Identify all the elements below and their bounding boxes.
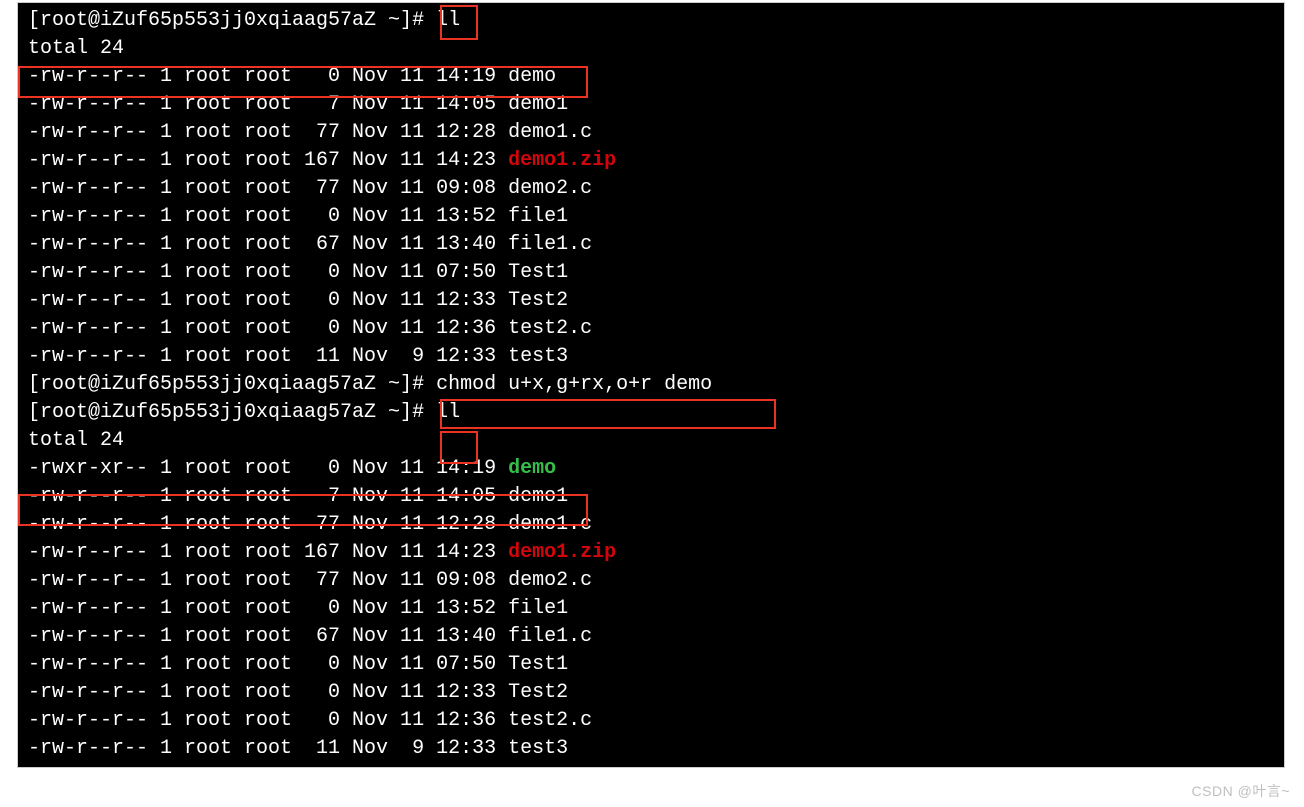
csdn-watermark: CSDN @叶言~	[1192, 781, 1290, 801]
prompt-line-2: [root@iZuf65p553jj0xqiaag57aZ ~]# chmod …	[28, 371, 1274, 399]
file-row: -rwxr-xr-- 1 root root 0 Nov 11 14:19 de…	[28, 455, 1274, 483]
command-chmod: chmod u+x,g+rx,o+r demo	[436, 373, 712, 396]
shell-prompt: [root@iZuf65p553jj0xqiaag57aZ ~]#	[28, 401, 436, 424]
file-name: demo1.c	[508, 121, 592, 144]
file-row: -rw-r--r-- 1 root root 77 Nov 11 12:28 d…	[28, 511, 1274, 539]
file-name: file1.c	[508, 625, 592, 648]
file-name: demo1.zip	[508, 149, 616, 172]
file-row-meta: -rw-r--r-- 1 root root 11 Nov 9 12:33	[28, 345, 508, 368]
file-row: -rw-r--r-- 1 root root 0 Nov 11 13:52 fi…	[28, 203, 1274, 231]
command-ll-2: ll	[436, 401, 460, 424]
file-row-meta: -rw-r--r-- 1 root root 67 Nov 11 13:40	[28, 625, 508, 648]
file-row-meta: -rw-r--r-- 1 root root 0 Nov 11 12:36	[28, 709, 508, 732]
file-row: -rw-r--r-- 1 root root 0 Nov 11 07:50 Te…	[28, 259, 1274, 287]
file-row-meta: -rw-r--r-- 1 root root 7 Nov 11 14:05	[28, 93, 508, 116]
file-row: -rw-r--r-- 1 root root 0 Nov 11 14:19 de…	[28, 63, 1274, 91]
file-name: file1	[508, 597, 568, 620]
file-row-meta: -rw-r--r-- 1 root root 67 Nov 11 13:40	[28, 233, 508, 256]
file-name: test3	[508, 345, 568, 368]
total-line-2: total 24	[28, 427, 1274, 455]
terminal-window[interactable]: [root@iZuf65p553jj0xqiaag57aZ ~]# ll tot…	[17, 2, 1285, 768]
prompt-line-1: [root@iZuf65p553jj0xqiaag57aZ ~]# ll	[28, 7, 1274, 35]
file-row: -rw-r--r-- 1 root root 77 Nov 11 09:08 d…	[28, 175, 1274, 203]
file-row: -rw-r--r-- 1 root root 0 Nov 11 12:36 te…	[28, 315, 1274, 343]
file-name: file1.c	[508, 233, 592, 256]
file-row-meta: -rw-r--r-- 1 root root 77 Nov 11 12:28	[28, 513, 508, 536]
file-name: demo1	[508, 485, 568, 508]
file-row-meta: -rw-r--r-- 1 root root 0 Nov 11 13:52	[28, 205, 508, 228]
file-row-meta: -rw-r--r-- 1 root root 0 Nov 11 12:36	[28, 317, 508, 340]
file-row-meta: -rw-r--r-- 1 root root 0 Nov 11 12:33	[28, 681, 508, 704]
file-name: demo1.c	[508, 513, 592, 536]
command-ll: ll	[436, 9, 460, 32]
file-row-meta: -rw-r--r-- 1 root root 0 Nov 11 13:52	[28, 597, 508, 620]
file-name: test2.c	[508, 317, 592, 340]
file-row: -rw-r--r-- 1 root root 77 Nov 11 09:08 d…	[28, 567, 1274, 595]
file-row: -rw-r--r-- 1 root root 167 Nov 11 14:23 …	[28, 147, 1274, 175]
file-row: -rw-r--r-- 1 root root 67 Nov 11 13:40 f…	[28, 623, 1274, 651]
file-row: -rw-r--r-- 1 root root 7 Nov 11 14:05 de…	[28, 483, 1274, 511]
file-name: test3	[508, 737, 568, 760]
file-row: -rw-r--r-- 1 root root 11 Nov 9 12:33 te…	[28, 735, 1274, 763]
shell-prompt: [root@iZuf65p553jj0xqiaag57aZ ~]#	[28, 373, 436, 396]
file-name: file1	[508, 205, 568, 228]
file-row-meta: -rw-r--r-- 1 root root 77 Nov 11 09:08	[28, 177, 508, 200]
file-name: test2.c	[508, 709, 592, 732]
file-name: demo2.c	[508, 569, 592, 592]
file-row-meta: -rw-r--r-- 1 root root 11 Nov 9 12:33	[28, 737, 508, 760]
file-row-meta: -rwxr-xr-- 1 root root 0 Nov 11 14:19	[28, 457, 508, 480]
file-name: demo	[508, 457, 556, 480]
file-row: -rw-r--r-- 1 root root 167 Nov 11 14:23 …	[28, 539, 1274, 567]
file-row-meta: -rw-r--r-- 1 root root 0 Nov 11 07:50	[28, 261, 508, 284]
file-name: demo1	[508, 93, 568, 116]
file-row: -rw-r--r-- 1 root root 11 Nov 9 12:33 te…	[28, 343, 1274, 371]
file-row: -rw-r--r-- 1 root root 0 Nov 11 13:52 fi…	[28, 595, 1274, 623]
file-row-meta: -rw-r--r-- 1 root root 77 Nov 11 12:28	[28, 121, 508, 144]
file-name: Test1	[508, 261, 568, 284]
file-row-meta: -rw-r--r-- 1 root root 7 Nov 11 14:05	[28, 485, 508, 508]
file-row: -rw-r--r-- 1 root root 0 Nov 11 12:33 Te…	[28, 679, 1274, 707]
prompt-line-3: [root@iZuf65p553jj0xqiaag57aZ ~]# ll	[28, 399, 1274, 427]
file-row-meta: -rw-r--r-- 1 root root 77 Nov 11 09:08	[28, 569, 508, 592]
file-name: demo2.c	[508, 177, 592, 200]
file-row-meta: -rw-r--r-- 1 root root 0 Nov 11 14:19	[28, 65, 508, 88]
file-name: demo	[508, 65, 556, 88]
file-row: -rw-r--r-- 1 root root 0 Nov 11 12:36 te…	[28, 707, 1274, 735]
total-line-1: total 24	[28, 35, 1274, 63]
file-row-meta: -rw-r--r-- 1 root root 0 Nov 11 07:50	[28, 653, 508, 676]
file-listing-after: -rwxr-xr-- 1 root root 0 Nov 11 14:19 de…	[28, 455, 1274, 763]
shell-prompt: [root@iZuf65p553jj0xqiaag57aZ ~]#	[28, 9, 436, 32]
file-row-meta: -rw-r--r-- 1 root root 167 Nov 11 14:23	[28, 149, 508, 172]
file-name: Test1	[508, 653, 568, 676]
file-name: demo1.zip	[508, 541, 616, 564]
file-row: -rw-r--r-- 1 root root 7 Nov 11 14:05 de…	[28, 91, 1274, 119]
file-row: -rw-r--r-- 1 root root 0 Nov 11 12:33 Te…	[28, 287, 1274, 315]
file-name: Test2	[508, 289, 568, 312]
file-row-meta: -rw-r--r-- 1 root root 0 Nov 11 12:33	[28, 289, 508, 312]
file-listing-before: -rw-r--r-- 1 root root 0 Nov 11 14:19 de…	[28, 63, 1274, 371]
file-row: -rw-r--r-- 1 root root 67 Nov 11 13:40 f…	[28, 231, 1274, 259]
file-row-meta: -rw-r--r-- 1 root root 167 Nov 11 14:23	[28, 541, 508, 564]
file-name: Test2	[508, 681, 568, 704]
file-row: -rw-r--r-- 1 root root 77 Nov 11 12:28 d…	[28, 119, 1274, 147]
file-row: -rw-r--r-- 1 root root 0 Nov 11 07:50 Te…	[28, 651, 1274, 679]
